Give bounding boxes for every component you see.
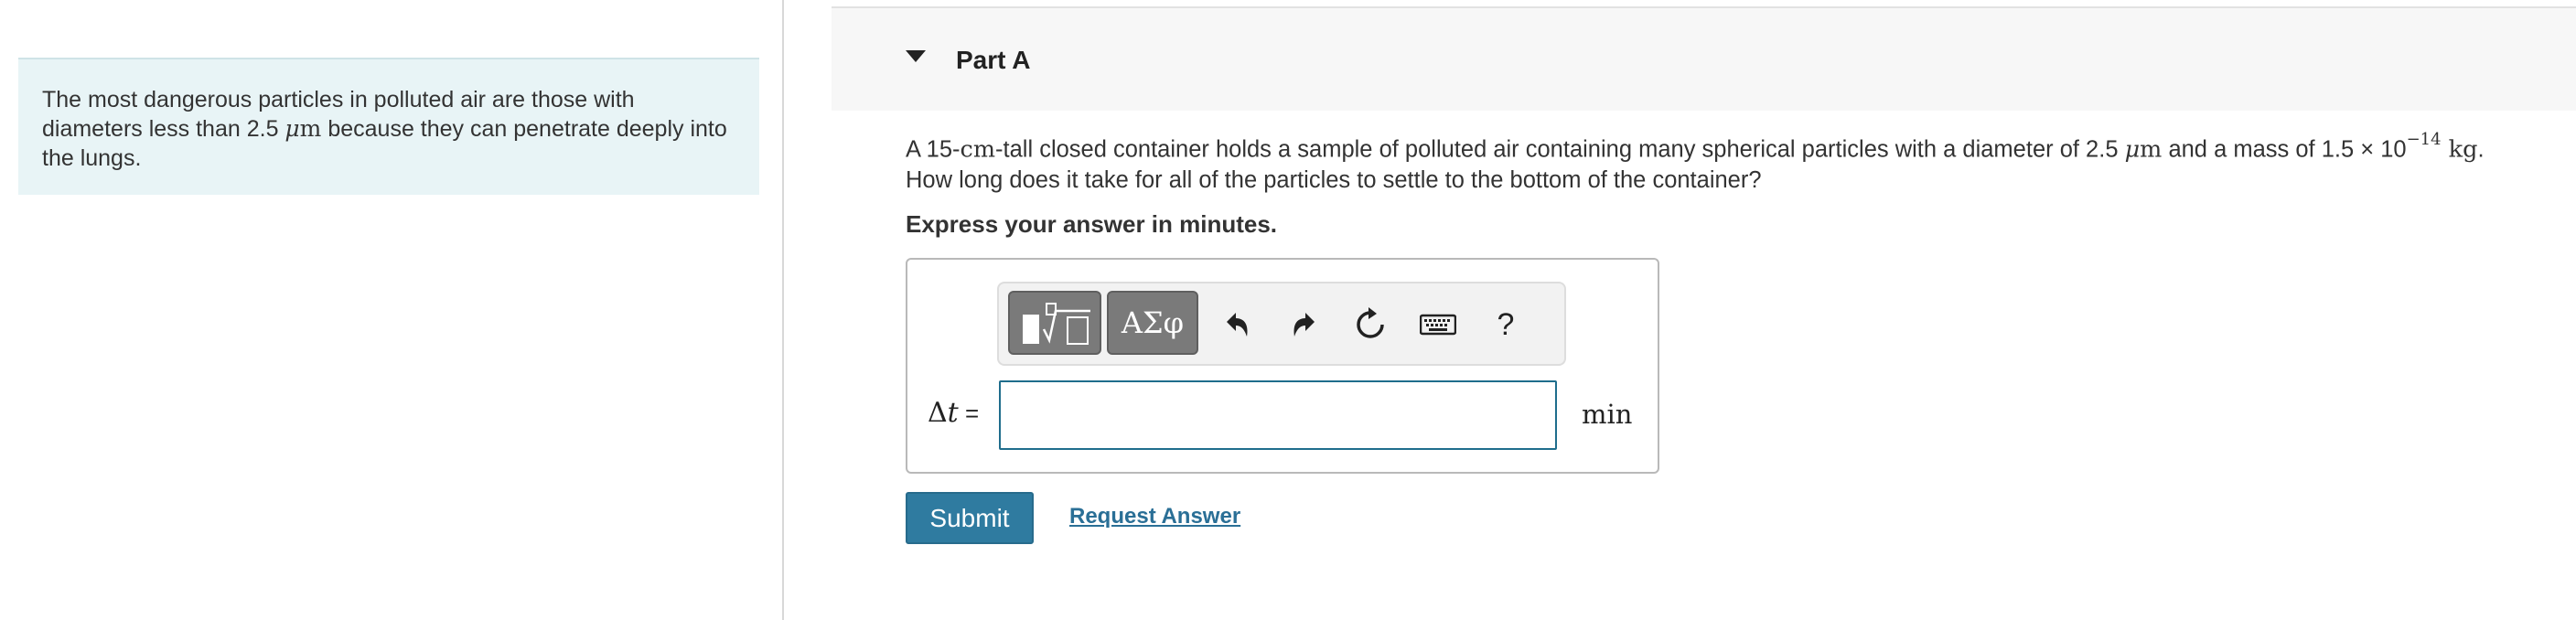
right-panel: Part A A 15-cm-tall closed container hol… (786, 0, 2576, 620)
collapse-triangle-icon[interactable] (906, 50, 926, 62)
answer-box: ΑΣφ ? Δt = min (906, 258, 1659, 474)
undo-button[interactable] (1215, 300, 1259, 349)
templates-icon (1023, 303, 1090, 345)
variable-t: t (947, 397, 959, 429)
unit-kg: kg (2441, 135, 2478, 164)
unit-cm: cm (960, 135, 996, 164)
part-header[interactable]: Part A (832, 6, 2576, 111)
part-title: Part A (956, 46, 1031, 74)
templates-button[interactable] (1008, 291, 1101, 355)
help-button[interactable]: ? (1484, 300, 1528, 349)
keyboard-button[interactable] (1416, 300, 1460, 349)
reset-button[interactable] (1348, 300, 1392, 349)
intro-unit: μm (284, 115, 321, 142)
question-line-2: How long does it take for all of the par… (906, 166, 1762, 193)
exponent: −14 (2406, 130, 2442, 149)
mu-symbol: μ (284, 115, 300, 142)
keyboard-icon (1420, 314, 1456, 336)
undo-icon (1227, 313, 1248, 337)
request-answer-link[interactable]: Request Answer (1069, 504, 1240, 529)
answer-variable-label: Δt = (928, 397, 979, 429)
delta-symbol: Δ (928, 397, 948, 429)
math-toolbar: ΑΣφ ? (997, 282, 1566, 366)
unit-m: m (2140, 135, 2163, 164)
left-panel: The most dangerous particles in polluted… (0, 0, 784, 620)
intro-text: The most dangerous particles in polluted… (18, 58, 759, 195)
m-symbol: m (299, 115, 322, 142)
answer-unit: min (1582, 399, 1633, 430)
redo-button[interactable] (1283, 300, 1326, 349)
reset-icon (1357, 307, 1384, 338)
greek-label: ΑΣφ (1121, 305, 1185, 340)
answer-input[interactable] (999, 380, 1557, 450)
equals-sign: = (958, 400, 980, 427)
answer-instructions: Express your answer in minutes. (906, 210, 1278, 238)
help-icon: ? (1497, 306, 1515, 342)
greek-symbols-button[interactable]: ΑΣφ (1107, 291, 1198, 355)
question-text: A 15-cm-tall closed container holds a sa… (906, 130, 2485, 193)
redo-icon (1293, 313, 1315, 337)
submit-button[interactable]: Submit (906, 492, 1034, 544)
unit-mu: μ (2124, 135, 2141, 164)
